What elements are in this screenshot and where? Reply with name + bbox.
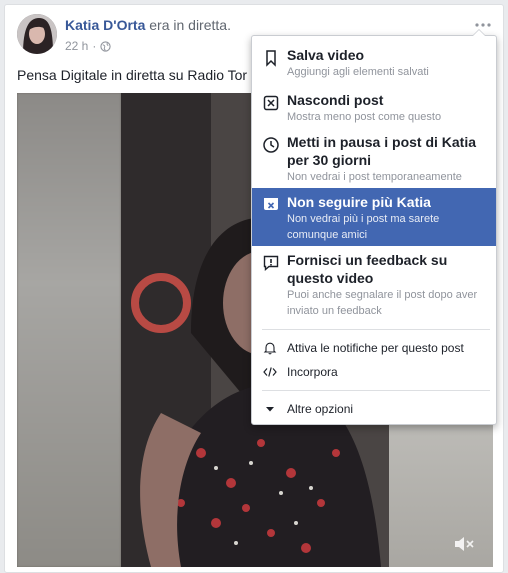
video-blur-left bbox=[17, 93, 121, 567]
globe-icon[interactable] bbox=[100, 40, 111, 52]
menu-item-label: Attiva le notifiche per questo post bbox=[287, 341, 464, 355]
post-meta: 22 h · bbox=[65, 39, 111, 53]
clock-icon bbox=[263, 137, 279, 153]
menu-divider bbox=[262, 329, 490, 330]
feedback-icon bbox=[263, 255, 279, 272]
bookmark-icon bbox=[266, 50, 276, 67]
menu-item-title: Non seguire più Katia bbox=[287, 194, 431, 210]
speaker-muted-icon bbox=[455, 537, 474, 551]
menu-item-more-options[interactable]: Altre opzioni bbox=[252, 399, 496, 419]
menu-item-subtitle: Puoi anche segnalare il post dopo aver i… bbox=[287, 289, 478, 317]
menu-item-subtitle: Non vedrai più i post ma sarete comunque… bbox=[287, 213, 440, 241]
menu-item-subtitle: Mostra meno post come questo bbox=[287, 111, 442, 123]
menu-item-save-video[interactable]: Salva video Aggiungi agli elementi salva… bbox=[252, 46, 496, 80]
bell-icon bbox=[263, 342, 277, 355]
menu-item-title: Nascondi post bbox=[287, 92, 384, 108]
menu-item-label: Altre opzioni bbox=[287, 402, 354, 416]
post-text: Pensa Digitale in diretta su Radio Tor bbox=[17, 67, 248, 83]
triangle-down-icon bbox=[266, 407, 274, 412]
menu-item-title: Fornisci un feedback su questo video bbox=[287, 252, 448, 286]
menu-item-snooze[interactable]: Metti in pausa i post di Katia per 30 gi… bbox=[252, 133, 496, 185]
mute-button[interactable] bbox=[453, 535, 475, 553]
menu-item-feedback[interactable]: Fornisci un feedback su questo video Puo… bbox=[252, 251, 496, 319]
menu-item-notifications[interactable]: Attiva le notifiche per questo post bbox=[252, 338, 496, 358]
avatar[interactable] bbox=[17, 14, 57, 54]
post-timestamp[interactable]: 22 h bbox=[65, 39, 88, 53]
author-action-text: era in diretta. bbox=[149, 17, 231, 33]
author-name-link[interactable]: Katia D'Orta bbox=[65, 17, 145, 33]
post-options-menu: Salva video Aggiungi agli elementi salva… bbox=[251, 29, 497, 425]
menu-item-embed[interactable]: Incorpora bbox=[252, 362, 496, 382]
more-dots-icon bbox=[475, 23, 491, 27]
menu-caret bbox=[472, 29, 486, 36]
hide-x-icon bbox=[263, 95, 279, 111]
unfollow-icon bbox=[264, 198, 278, 210]
menu-item-subtitle: Aggiungi agli elementi salvati bbox=[287, 66, 429, 78]
menu-item-title: Salva video bbox=[287, 47, 365, 63]
author-line: Katia D'Orta era in diretta. bbox=[65, 17, 231, 33]
menu-item-label: Incorpora bbox=[287, 365, 338, 379]
embed-code-icon bbox=[263, 367, 277, 377]
menu-item-title: Metti in pausa i post di Katia per 30 gi… bbox=[287, 134, 477, 168]
menu-divider bbox=[262, 390, 490, 391]
menu-item-hide-post[interactable]: Nascondi post Mostra meno post come ques… bbox=[252, 91, 496, 125]
menu-item-subtitle: Non vedrai i post temporaneamente bbox=[287, 171, 462, 183]
menu-item-unfollow[interactable]: Non seguire più Katia Non vedrai più i p… bbox=[252, 188, 496, 246]
